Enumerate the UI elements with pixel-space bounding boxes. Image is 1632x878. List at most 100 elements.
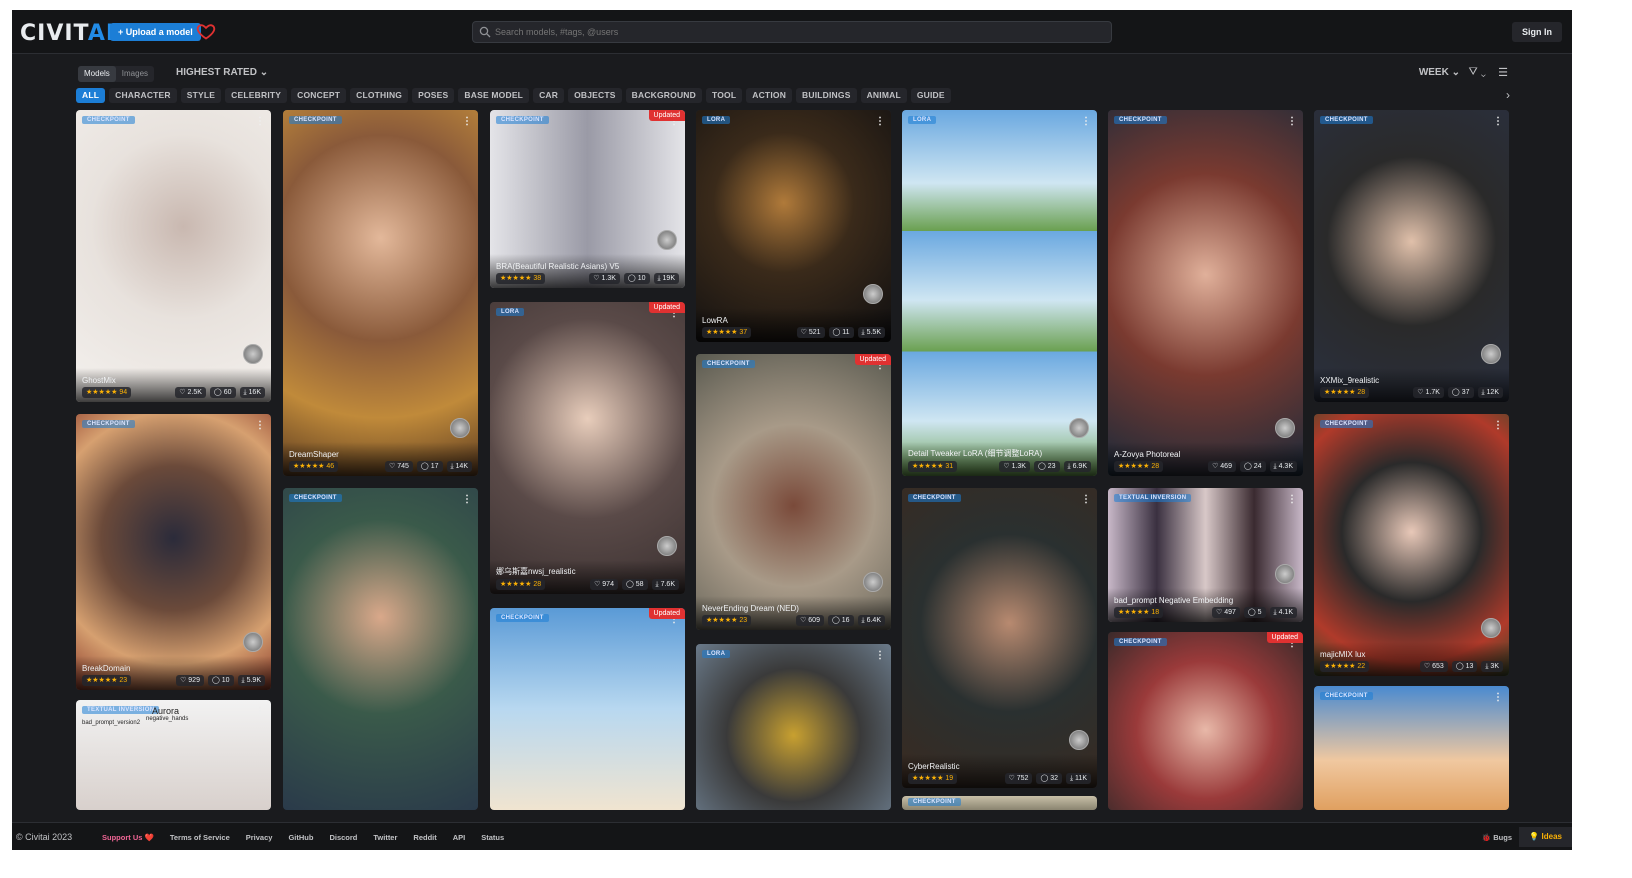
- tag-buildings[interactable]: BUILDINGS: [796, 88, 857, 103]
- model-name[interactable]: BRA(Beautiful Realistic Asians) V5: [496, 262, 619, 271]
- model-card[interactable]: CHECKPOINT ⋮ Updated BRA(Beautiful Realisti…: [490, 110, 685, 288]
- support-us-link[interactable]: Support Us ❤️: [102, 833, 154, 842]
- search-bar[interactable]: [472, 21, 1112, 43]
- model-name[interactable]: 娜乌斯嘉nwsj_realistic: [496, 566, 576, 577]
- model-card[interactable]: CHECKPOINT ⋮ A-Zovya Photoreal ★★★★★ 28 ♡ 46…: [1108, 110, 1303, 476]
- tab-models[interactable]: Models: [78, 66, 116, 82]
- more-options-icon[interactable]: ⋮: [1081, 116, 1091, 127]
- more-options-icon[interactable]: ⋮: [1081, 494, 1091, 505]
- sort-dropdown[interactable]: HIGHEST RATED ⌄: [176, 67, 268, 78]
- tag-background[interactable]: BACKGROUND: [625, 88, 702, 103]
- model-card[interactable]: LORA ⋮ Updated 娜乌斯嘉nwsj_realistic ★★★★★ 28 ♡ …: [490, 302, 685, 594]
- more-options-icon[interactable]: ⋮: [875, 650, 885, 661]
- model-name[interactable]: bad_prompt Negative Embedding: [1114, 596, 1233, 605]
- chevron-right-icon[interactable]: ›: [1506, 88, 1510, 102]
- creator-avatar[interactable]: [1069, 418, 1089, 438]
- model-name[interactable]: NeverEnding Dream (NED): [702, 604, 799, 613]
- model-card[interactable]: CHECKPOINT ⋮ Updated: [490, 608, 685, 810]
- model-card[interactable]: TEXTUAL INVERSION ⋮ bad_prompt_version2 Aur…: [76, 700, 271, 810]
- model-card[interactable]: CHECKPOINT ⋮ BreakDomain ★★★★★ 23 ♡ 929 ◯ 10 ⤓…: [76, 414, 271, 690]
- tag-car[interactable]: CAR: [533, 88, 565, 103]
- tag-style[interactable]: STYLE: [180, 88, 222, 103]
- github-link[interactable]: GitHub: [288, 833, 313, 842]
- creator-avatar[interactable]: [657, 536, 677, 556]
- tag-tool[interactable]: TOOL: [705, 88, 743, 103]
- creator-avatar[interactable]: [657, 230, 677, 250]
- more-options-icon[interactable]: ⋮: [255, 116, 265, 127]
- model-card[interactable]: CHECKPOINT ⋮ majicMIX lux ★★★★★ 22 ♡ 653 ◯ 13…: [1314, 414, 1509, 676]
- model-name[interactable]: GhostMix: [82, 376, 116, 385]
- model-name[interactable]: A-Zovya Photoreal: [1114, 450, 1180, 459]
- model-name[interactable]: Detail Tweaker LoRA (细节调整LoRA): [908, 448, 1042, 459]
- model-card[interactable]: TEXTUAL INVERSION ⋮ bad_prompt Negative Em…: [1108, 488, 1303, 622]
- more-options-icon[interactable]: ⋮: [1493, 116, 1503, 127]
- tag-base-model[interactable]: BASE MODEL: [458, 88, 530, 103]
- creator-avatar[interactable]: [863, 572, 883, 592]
- tag-poses[interactable]: POSES: [412, 88, 455, 103]
- twitter-link[interactable]: Twitter: [373, 833, 397, 842]
- tag-guide[interactable]: GUIDE: [910, 88, 951, 103]
- more-options-icon[interactable]: ⋮: [462, 116, 472, 127]
- model-card[interactable]: LORA ⋮ Detail Tweaker LoRA (细节调整LoRA) ★★★★★…: [902, 110, 1097, 476]
- more-options-icon[interactable]: ⋮: [255, 420, 265, 431]
- model-name[interactable]: XXMix_9realistic: [1320, 376, 1379, 385]
- creator-avatar[interactable]: [1481, 344, 1501, 364]
- more-options-icon[interactable]: ⋮: [462, 494, 472, 505]
- tag-character[interactable]: CHARACTER: [109, 88, 177, 103]
- creator-avatar[interactable]: [243, 344, 263, 364]
- filter-icon[interactable]: ⛛ ⌄: [1469, 66, 1487, 79]
- ideas-button[interactable]: 💡 Ideas: [1519, 827, 1572, 847]
- more-options-icon[interactable]: ⋮: [1493, 420, 1503, 431]
- more-options-icon[interactable]: ⋮: [875, 116, 885, 127]
- privacy-link[interactable]: Privacy: [246, 833, 273, 842]
- more-options-icon[interactable]: ⋮: [1287, 494, 1297, 505]
- model-card[interactable]: LORA ⋮ LowRA ★★★★★ 37 ♡ 521 ◯ 11 ⤓ 5.5K: [696, 110, 891, 342]
- model-name[interactable]: BreakDomain: [82, 664, 130, 673]
- tag-concept[interactable]: CONCEPT: [291, 88, 347, 103]
- discord-link[interactable]: Discord: [329, 833, 357, 842]
- tag-action[interactable]: ACTION: [746, 88, 793, 103]
- creator-avatar[interactable]: [1275, 418, 1295, 438]
- model-name[interactable]: CyberRealistic: [908, 762, 960, 771]
- more-options-icon[interactable]: ⋮: [1493, 692, 1503, 703]
- model-card[interactable]: CHECKPOINT ⋮: [283, 488, 478, 810]
- bugs-button[interactable]: 🐞 Bugs: [1482, 833, 1512, 842]
- api-link[interactable]: API: [453, 833, 466, 842]
- tag-clothing[interactable]: CLOTHING: [350, 88, 409, 103]
- reddit-link[interactable]: Reddit: [413, 833, 436, 842]
- creator-avatar[interactable]: [1275, 564, 1295, 584]
- tab-images[interactable]: Images: [116, 66, 154, 82]
- model-card[interactable]: CHECKPOINT ⋮ GhostMix ★★★★★ 94 ♡ 2.5K ◯ 60 ⤓ 1…: [76, 110, 271, 402]
- civitai-logo[interactable]: CIVITAI: [20, 21, 115, 46]
- heart-icon[interactable]: [196, 21, 216, 41]
- model-card[interactable]: CHECKPOINT ⋮: [1314, 686, 1509, 810]
- model-name[interactable]: majicMIX lux: [1320, 650, 1365, 659]
- model-card[interactable]: CHECKPOINT ⋮ Updated: [1108, 632, 1303, 810]
- status-link[interactable]: Status: [481, 833, 504, 842]
- more-options-icon[interactable]: ⋮: [1287, 116, 1297, 127]
- upload-model-button[interactable]: + Upload a model: [110, 23, 201, 41]
- tag-animal[interactable]: ANIMAL: [860, 88, 907, 103]
- creator-avatar[interactable]: [243, 632, 263, 652]
- model-card[interactable]: CHECKPOINT ⋮ XXMix_9realistic ★★★★★ 28 ♡ 1.7…: [1314, 110, 1509, 402]
- more-options-icon[interactable]: ⋮: [255, 706, 265, 717]
- creator-avatar[interactable]: [450, 418, 470, 438]
- model-card[interactable]: CHECKPOINT: [902, 796, 1097, 810]
- model-card[interactable]: LORA ⋮: [696, 644, 891, 810]
- creator-avatar[interactable]: [1481, 618, 1501, 638]
- model-card[interactable]: CHECKPOINT ⋮ CyberRealistic ★★★★★ 19 ♡ 752 ◯ …: [902, 488, 1097, 788]
- layout-toggle-icon[interactable]: ☰: [1498, 66, 1508, 79]
- model-card[interactable]: CHECKPOINT ⋮ Updated NeverEnding Dream (NED…: [696, 354, 891, 630]
- tag-objects[interactable]: OBJECTS: [568, 88, 622, 103]
- model-card[interactable]: CHECKPOINT ⋮ DreamShaper ★★★★★ 46 ♡ 745 ◯ 17 ⤓…: [283, 110, 478, 476]
- model-name[interactable]: LowRA: [702, 316, 728, 325]
- creator-avatar[interactable]: [863, 284, 883, 304]
- period-dropdown[interactable]: WEEK ⌄: [1419, 67, 1460, 78]
- tag-celebrity[interactable]: CELEBRITY: [225, 88, 288, 103]
- search-input[interactable]: [495, 24, 1095, 40]
- terms-link[interactable]: Terms of Service: [170, 833, 230, 842]
- creator-avatar[interactable]: [1069, 730, 1089, 750]
- model-name[interactable]: DreamShaper: [289, 450, 339, 459]
- sign-in-button[interactable]: Sign In: [1512, 22, 1562, 42]
- tag-all[interactable]: ALL: [76, 88, 106, 103]
